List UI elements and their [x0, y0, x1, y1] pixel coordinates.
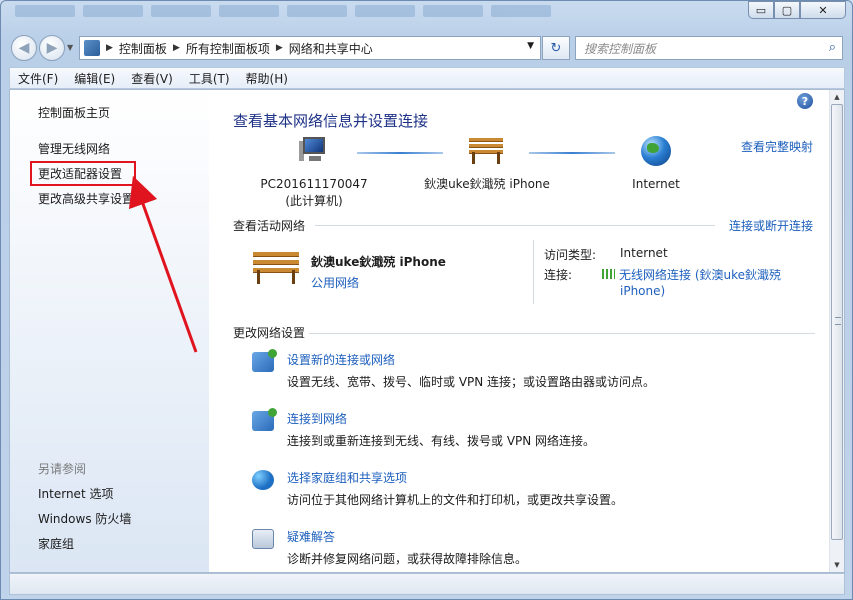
sidebar: 控制面板主页 管理无线网络 更改适配器设置 更改高级共享设置 另请参阅 Inte… — [10, 90, 209, 572]
search-placeholder: 搜索控制面板 — [584, 41, 657, 56]
task-homegroup-sharing-desc: 访问位于其他网络计算机上的文件和打印机，或更改共享设置。 — [287, 493, 624, 507]
scroll-up-icon[interactable]: ▲ — [830, 90, 844, 104]
computer-sub: (此计算机) — [285, 194, 343, 208]
scroll-down-icon[interactable]: ▼ — [830, 558, 844, 572]
forward-button[interactable]: ▶ — [39, 35, 65, 61]
background-taskbar-blur — [15, 5, 551, 17]
breadcrumb-all-items[interactable]: 所有控制面板项 — [180, 40, 276, 57]
connection-row: 连接: 无线网络连接 (鈥澳uke鈥濈殑 — [544, 266, 781, 283]
access-type-row: 访问类型: Internet — [544, 246, 668, 263]
access-type-value: Internet — [620, 246, 668, 260]
status-bar — [9, 573, 845, 595]
page-title: 查看基本网络信息并设置连接 — [233, 112, 429, 130]
sidebar-item-internet-options[interactable]: Internet 选项 — [38, 485, 113, 502]
computer-name: PC201611170047 — [260, 177, 368, 191]
new-connection-icon — [252, 349, 277, 372]
connect-network-icon — [252, 408, 277, 431]
breadcrumb-separator-icon[interactable]: ▶ — [173, 43, 180, 53]
connection-value-2[interactable]: iPhone) — [620, 284, 665, 298]
connection-value-1: 无线网络连接 (鈥澳uke鈥濈殑 — [619, 268, 782, 282]
vertical-scrollbar[interactable]: ▲ ▼ — [829, 90, 844, 572]
close-button[interactable]: ✕ — [800, 1, 846, 19]
bench-network-icon — [469, 138, 503, 164]
back-button[interactable]: ◀ — [11, 35, 37, 61]
full-map-link[interactable]: 查看完整映射 — [741, 138, 813, 155]
troubleshoot-icon — [252, 529, 274, 549]
connection-line — [357, 152, 443, 154]
breadcrumb-control-panel[interactable]: 控制面板 — [113, 40, 173, 57]
task-new-connection-desc: 设置无线、宽带、拨号、临时或 VPN 连接；或设置路由器或访问点。 — [287, 375, 656, 389]
sidebar-item-home[interactable]: 控制面板主页 — [38, 104, 110, 121]
computer-icon — [299, 137, 329, 165]
signal-strength-icon — [602, 269, 615, 279]
menu-tools[interactable]: 工具(T) — [181, 70, 238, 87]
active-network-bench-icon — [253, 252, 299, 284]
task-connect-network[interactable]: 连接到网络 — [287, 410, 347, 427]
vertical-divider — [533, 240, 534, 304]
explorer-window: ▭ ▢ ✕ ◀ ▶ ▼ ▶ 控制面板 ▶ 所有控制面板项 ▶ 网络和共享中心 ▼… — [0, 0, 853, 600]
window-controls: ▭ ▢ ✕ — [748, 1, 846, 19]
active-network-name: 鈥澳uke鈥濈殑 iPhone — [311, 255, 446, 269]
task-troubleshoot[interactable]: 疑难解答 — [287, 528, 335, 545]
sidebar-item-manage-wireless[interactable]: 管理无线网络 — [38, 140, 110, 157]
active-networks-header: 查看活动网络 — [233, 219, 306, 233]
scrollbar-thumb[interactable] — [831, 104, 843, 540]
task-connect-network-desc: 连接到或重新连接到无线、有线、拨号或 VPN 网络连接。 — [287, 434, 596, 448]
search-icon[interactable]: ⌕ — [829, 40, 836, 55]
see-also-header: 另请参阅 — [38, 462, 87, 476]
help-icon[interactable]: ? — [797, 93, 813, 109]
computer-node-label[interactable]: PC201611170047 (此计算机) — [249, 176, 379, 210]
menu-help[interactable]: 帮助(H) — [238, 70, 296, 87]
sidebar-item-firewall[interactable]: Windows 防火墙 — [38, 510, 131, 527]
menu-view[interactable]: 查看(V) — [123, 70, 181, 87]
menu-edit[interactable]: 编辑(E) — [66, 70, 123, 87]
main-pane: 控制面板主页 管理无线网络 更改适配器设置 更改高级共享设置 另请参阅 Inte… — [9, 89, 845, 573]
maximize-button[interactable]: ▢ — [774, 1, 800, 19]
minimize-button[interactable]: ▭ — [748, 1, 774, 19]
navigation-bar: ◀ ▶ ▼ ▶ 控制面板 ▶ 所有控制面板项 ▶ 网络和共享中心 ▼ ↻ 搜索控… — [1, 31, 852, 65]
refresh-button[interactable]: ↻ — [542, 36, 570, 60]
task-homegroup-sharing[interactable]: 选择家庭组和共享选项 — [287, 469, 407, 486]
network-node-label[interactable]: 鈥澳uke鈥濈殑 iPhone — [411, 176, 563, 193]
menu-file[interactable]: 文件(F) — [10, 70, 66, 87]
annotation-highlight-box — [30, 161, 136, 186]
title-bar: ▭ ▢ ✕ — [1, 1, 852, 29]
breadcrumb-separator-icon[interactable]: ▶ — [106, 43, 113, 53]
address-dropdown-icon[interactable]: ▼ — [527, 41, 534, 51]
homegroup-sharing-icon — [252, 470, 274, 490]
internet-node-label[interactable]: Internet — [611, 176, 701, 193]
menu-bar: 文件(F) 编辑(E) 查看(V) 工具(T) 帮助(H) — [9, 67, 845, 89]
sidebar-item-homegroup[interactable]: 家庭组 — [38, 535, 74, 552]
network-type-link[interactable]: 公用网络 — [311, 274, 359, 291]
connection-label: 连接: — [544, 268, 573, 282]
task-troubleshoot-desc: 诊断并修复网络问题，或获得故障排除信息。 — [287, 552, 528, 566]
search-input[interactable]: 搜索控制面板 ⌕ — [575, 36, 843, 60]
connect-disconnect-link[interactable]: 连接或断开连接 — [729, 217, 813, 234]
section-divider — [309, 333, 815, 334]
recent-pages-dropdown-icon[interactable]: ▼ — [67, 43, 73, 52]
breadcrumb-separator-icon[interactable]: ▶ — [276, 43, 283, 53]
address-bar[interactable]: ▶ 控制面板 ▶ 所有控制面板项 ▶ 网络和共享中心 ▼ — [79, 36, 541, 60]
refresh-icon: ↻ — [550, 40, 562, 56]
internet-globe-icon — [641, 136, 671, 166]
change-settings-header: 更改网络设置 — [233, 326, 306, 340]
content-area: ? 查看基本网络信息并设置连接 查看完整映射 PC201611170047 (此… — [209, 90, 831, 572]
connection-line — [529, 152, 615, 154]
connection-link[interactable]: 无线网络连接 (鈥澳uke鈥濈殑 — [602, 266, 781, 283]
access-type-label: 访问类型: — [544, 248, 597, 262]
section-divider — [315, 225, 715, 226]
breadcrumb-network-center[interactable]: 网络和共享中心 — [283, 40, 379, 57]
task-new-connection[interactable]: 设置新的连接或网络 — [287, 351, 395, 368]
sidebar-item-advanced-sharing[interactable]: 更改高级共享设置 — [38, 190, 134, 207]
control-panel-icon — [84, 40, 100, 56]
